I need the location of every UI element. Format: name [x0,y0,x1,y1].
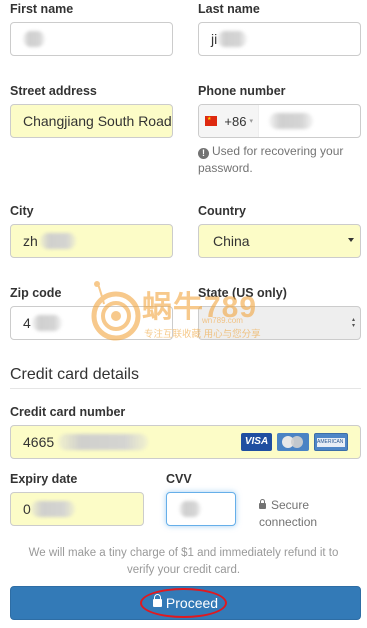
redacted-value [39,233,76,249]
amex-logo-icon: AMERICAN EXPRESS [314,433,348,451]
expiry-date-input[interactable]: 0 [10,492,144,526]
city-value: zh [23,233,38,249]
cvv-input[interactable] [166,492,236,526]
country-code-selector[interactable]: ★ +86 ▾ [199,105,259,137]
credit-card-number-value: 4665 [23,434,55,450]
redacted-value [31,315,62,331]
highlight-circle-annotation [140,588,227,618]
chevron-down-icon: ▾ [249,118,253,125]
section-divider [10,388,361,389]
zip-code-label: Zip code [10,286,62,300]
first-name-label: First name [10,2,74,16]
watermark-tagline: 专注互联收藏 用心与您分享 [144,329,261,340]
redacted-value [30,501,75,517]
visa-logo-icon: VISA [241,433,272,451]
phone-number-label: Phone number [198,84,286,98]
street-address-value: Changjiang South Road [23,113,172,129]
select-arrows-icon: ▴ ▾ [351,317,355,329]
snail-logo-icon [91,281,141,341]
expiry-date-value: 0 [23,501,31,517]
zip-code-value: 4 [23,315,31,331]
credit-card-section-title: Credit card details [10,366,139,383]
lock-icon [259,499,266,509]
cn-flag-icon: ★ [205,116,218,126]
cvv-label: CVV [166,472,192,486]
first-name-input[interactable] [10,22,173,56]
country-value: China [213,233,250,249]
city-label: City [10,204,34,218]
expiry-date-label: Expiry date [10,472,78,486]
watermark-logo: 蜗牛789 wn789.com 专注互联收藏 用心与您分享 [82,280,312,350]
mastercard-logo-icon [277,433,309,451]
redacted-value [179,501,201,517]
watermark-url: wn789.com [202,316,243,325]
dial-code: +86 [224,113,247,129]
secure-connection-note: Secure connection [259,498,318,529]
last-name-label: Last name [198,2,260,16]
credit-card-number-input[interactable]: 4665 VISA AMERICAN EXPRESS [10,425,361,459]
last-name-input[interactable]: ji [198,22,361,56]
city-input[interactable]: zh [10,224,173,258]
redacted-value [58,434,149,450]
street-address-label: Street address [10,84,97,98]
info-icon: ! [198,148,209,159]
street-address-input[interactable]: Changjiang South Road [10,104,173,138]
chevron-down-icon [348,238,354,242]
credit-card-number-label: Credit card number [10,405,126,419]
refund-note: We will make a tiny charge of $1 and imm… [28,547,339,576]
redacted-value [217,31,248,47]
redacted-value [23,31,45,47]
country-label: Country [198,204,246,218]
country-select[interactable]: China [198,224,361,258]
phone-number-input[interactable]: ★ +86 ▾ [198,104,361,138]
phone-help-text: ! Used for recovering your password. [198,144,344,175]
redacted-value [269,113,313,129]
